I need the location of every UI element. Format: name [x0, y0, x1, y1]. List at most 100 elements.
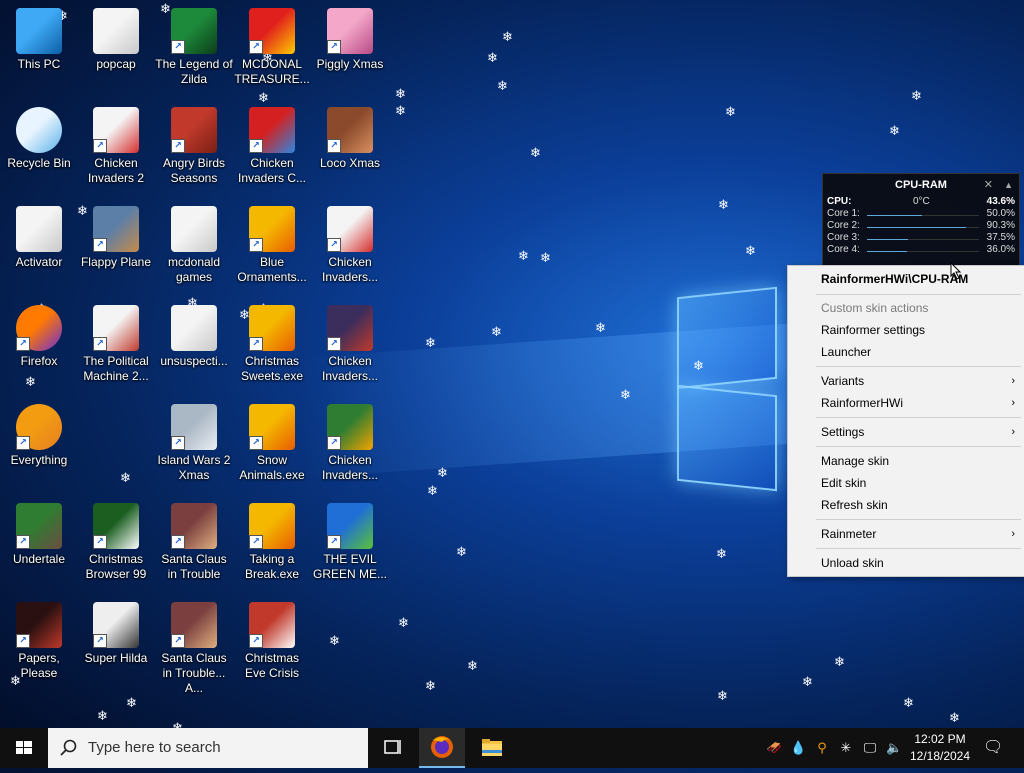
menu-item-label: RainformerHWi: [821, 396, 904, 410]
menu-item-label: Settings: [821, 425, 865, 439]
menu-item-label: Edit skin: [821, 476, 867, 490]
widget-titlebar: CPU-RAM ✕ ▲: [823, 174, 1019, 196]
menu-item-unload-skin[interactable]: Unload skin: [788, 552, 1024, 574]
snowflake-icon: ❄: [834, 655, 845, 670]
clock-date: 12/18/2024: [909, 749, 971, 763]
desktop-icon[interactable]: ↗ The Political Machine 2...: [77, 305, 155, 384]
desktop-icon[interactable]: ↗ The Legend of Zilda: [155, 8, 233, 87]
desktop-icon[interactable]: ↗ Everything: [0, 404, 78, 468]
context-menu: RainformerHWi\CPU-RAM Custom skin action…: [787, 265, 1024, 577]
desktop-icon[interactable]: popcap: [77, 8, 155, 72]
desktop-icon-label: Christmas Browser 99: [85, 552, 147, 581]
shortcut-arrow-icon: ↗: [327, 436, 341, 450]
menu-item-rainmeter[interactable]: Rainmeter ›: [788, 523, 1024, 545]
desktop-icon[interactable]: ↗ Undertale: [0, 503, 78, 567]
desktop-icon[interactable]: Recycle Bin: [0, 107, 78, 171]
desktop-icon[interactable]: ↗ Christmas Browser 99: [77, 503, 155, 582]
desktop-icon[interactable]: ↗ Super Hilda: [77, 602, 155, 666]
firefox-icon: ↗: [16, 305, 62, 351]
tools-icon[interactable]: ✕: [984, 174, 993, 196]
desktop-icon[interactable]: ↗ THE EVIL GREEN ME...: [311, 503, 389, 582]
desktop-icon[interactable]: ↗ Chicken Invaders...: [311, 206, 389, 285]
menu-item-manage-skin[interactable]: Manage skin: [788, 450, 1024, 472]
desktop-icon[interactable]: ↗ Angry Birds Seasons: [155, 107, 233, 186]
widget-title: CPU-RAM: [895, 179, 947, 191]
desktop-icon-label: Angry Birds Seasons: [162, 156, 226, 185]
cpu-temp: 0°C: [913, 196, 930, 207]
shortcut-arrow-icon: ↗: [249, 139, 263, 153]
snowflake-icon: ❄: [620, 388, 631, 403]
menu-item-variants[interactable]: Variants ›: [788, 370, 1024, 392]
desktop-icon[interactable]: ↗ Chicken Invaders...: [311, 404, 389, 483]
shortcut-arrow-icon: ↗: [93, 238, 107, 252]
desktop-icon[interactable]: Activator: [0, 206, 78, 270]
desktop-icon[interactable]: ↗ Christmas Eve Crisis: [233, 602, 311, 681]
shortcut-arrow-icon: ↗: [171, 634, 185, 648]
core-value: 90.3%: [986, 220, 1015, 231]
desktop-icon-label: Island Wars 2 Xmas: [157, 453, 231, 482]
snowflake-tray-icon[interactable]: ✳: [838, 740, 854, 756]
cpu-ram-widget[interactable]: CPU-RAM ✕ ▲ CPU: 0°C 43.6% Core 1: 50.0% C…: [822, 173, 1020, 267]
game-icon: ↗: [249, 305, 295, 351]
menu-item-rainformerhwi[interactable]: RainformerHWi ›: [788, 392, 1024, 414]
game-icon: ↗: [249, 107, 295, 153]
desktop-icon[interactable]: This PC: [0, 8, 78, 72]
desktop-icon[interactable]: ↗ Loco Xmas: [311, 107, 389, 171]
tray-app-icon[interactable]: 🛷: [766, 740, 782, 756]
desktop-icon[interactable]: ↗ Island Wars 2 Xmas: [155, 404, 233, 483]
desktop-icon[interactable]: ↗ Flappy Plane: [77, 206, 155, 270]
shortcut-arrow-icon: ↗: [327, 238, 341, 252]
desktop-icon[interactable]: ↗ Chicken Invaders C...: [233, 107, 311, 186]
snowflake-icon: ❄: [491, 325, 502, 340]
desktop-icon[interactable]: ↗ Santa Claus in Trouble: [155, 503, 233, 582]
desktop-icon[interactable]: ↗ MCDONAL TREASURE...: [233, 8, 311, 87]
menu-item-launcher[interactable]: Launcher: [788, 341, 1024, 363]
taskbar-clock[interactable]: 12:02 PM 12/18/2024: [905, 731, 975, 765]
task-view-button[interactable]: [369, 728, 415, 768]
everything-tray-icon[interactable]: ⚲: [814, 740, 830, 756]
desktop-icon[interactable]: ↗ Christmas Sweets.exe: [233, 305, 311, 384]
menu-item-edit-skin[interactable]: Edit skin: [788, 472, 1024, 494]
start-button[interactable]: [0, 728, 48, 768]
desktop-icon[interactable]: ↗ Taking a Break.exe: [233, 503, 311, 582]
game-icon: ↗: [327, 8, 373, 54]
shortcut-arrow-icon: ↗: [16, 436, 30, 450]
desktop-icon[interactable]: ↗ Chicken Invaders...: [311, 305, 389, 384]
desktop-icon[interactable]: ↗ Papers, Please: [0, 602, 78, 681]
core-value: 37.5%: [986, 232, 1015, 243]
folder-icon: [16, 206, 62, 252]
snowflake-icon: ❄: [487, 51, 498, 66]
desktop-icon[interactable]: ↗ Blue Ornaments...: [233, 206, 311, 285]
desktop-icon[interactable]: ↗ Firefox: [0, 305, 78, 369]
notification-center-icon[interactable]: 🗨: [983, 740, 1003, 756]
taskbar-search-box[interactable]: Type here to search: [48, 728, 368, 768]
core-usage-bar: [867, 215, 922, 216]
menu-header-skin-name[interactable]: RainformerHWi\CPU-RAM: [788, 268, 1024, 290]
folder-icon: [171, 206, 217, 252]
network-icon[interactable]: 🖵: [862, 740, 878, 756]
desktop-icon[interactable]: ↗ Piggly Xmas: [311, 8, 389, 72]
submenu-arrow-icon: ›: [1011, 426, 1015, 438]
taskbar-file-explorer-button[interactable]: [469, 728, 515, 768]
desktop-icon-label: Blue Ornaments...: [237, 255, 307, 284]
menu-item-rainformer-settings[interactable]: Rainformer settings: [788, 319, 1024, 341]
shortcut-arrow-icon: ↗: [327, 139, 341, 153]
water-drop-icon[interactable]: 💧: [790, 740, 806, 756]
core-name: Core 4:: [827, 244, 860, 255]
menu-item-refresh-skin[interactable]: Refresh skin: [788, 494, 1024, 516]
desktop-icon-label: popcap: [96, 57, 136, 71]
desktop-icon[interactable]: unsuspecti...: [155, 305, 233, 369]
volume-muted-icon[interactable]: 🔈: [886, 740, 902, 756]
desktop-icon-label: Loco Xmas: [319, 156, 381, 170]
menu-item-settings[interactable]: Settings ›: [788, 421, 1024, 443]
desktop-icon[interactable]: ↗ Snow Animals.exe: [233, 404, 311, 483]
taskbar-firefox-button[interactable]: [419, 728, 465, 768]
desktop-icon[interactable]: ↗ Chicken Invaders 2: [77, 107, 155, 186]
desktop-icon-label: Everything: [10, 453, 68, 467]
collapse-icon[interactable]: ▲: [1004, 174, 1013, 196]
menu-separator: [816, 548, 1021, 549]
desktop-icon-label: Chicken Invaders C...: [237, 156, 307, 185]
desktop-icon[interactable]: mcdonald games: [155, 206, 233, 285]
desktop-icon[interactable]: ↗ Santa Claus in Trouble... A...: [155, 602, 233, 696]
desktop-icon-label: Snow Animals.exe: [239, 453, 305, 482]
